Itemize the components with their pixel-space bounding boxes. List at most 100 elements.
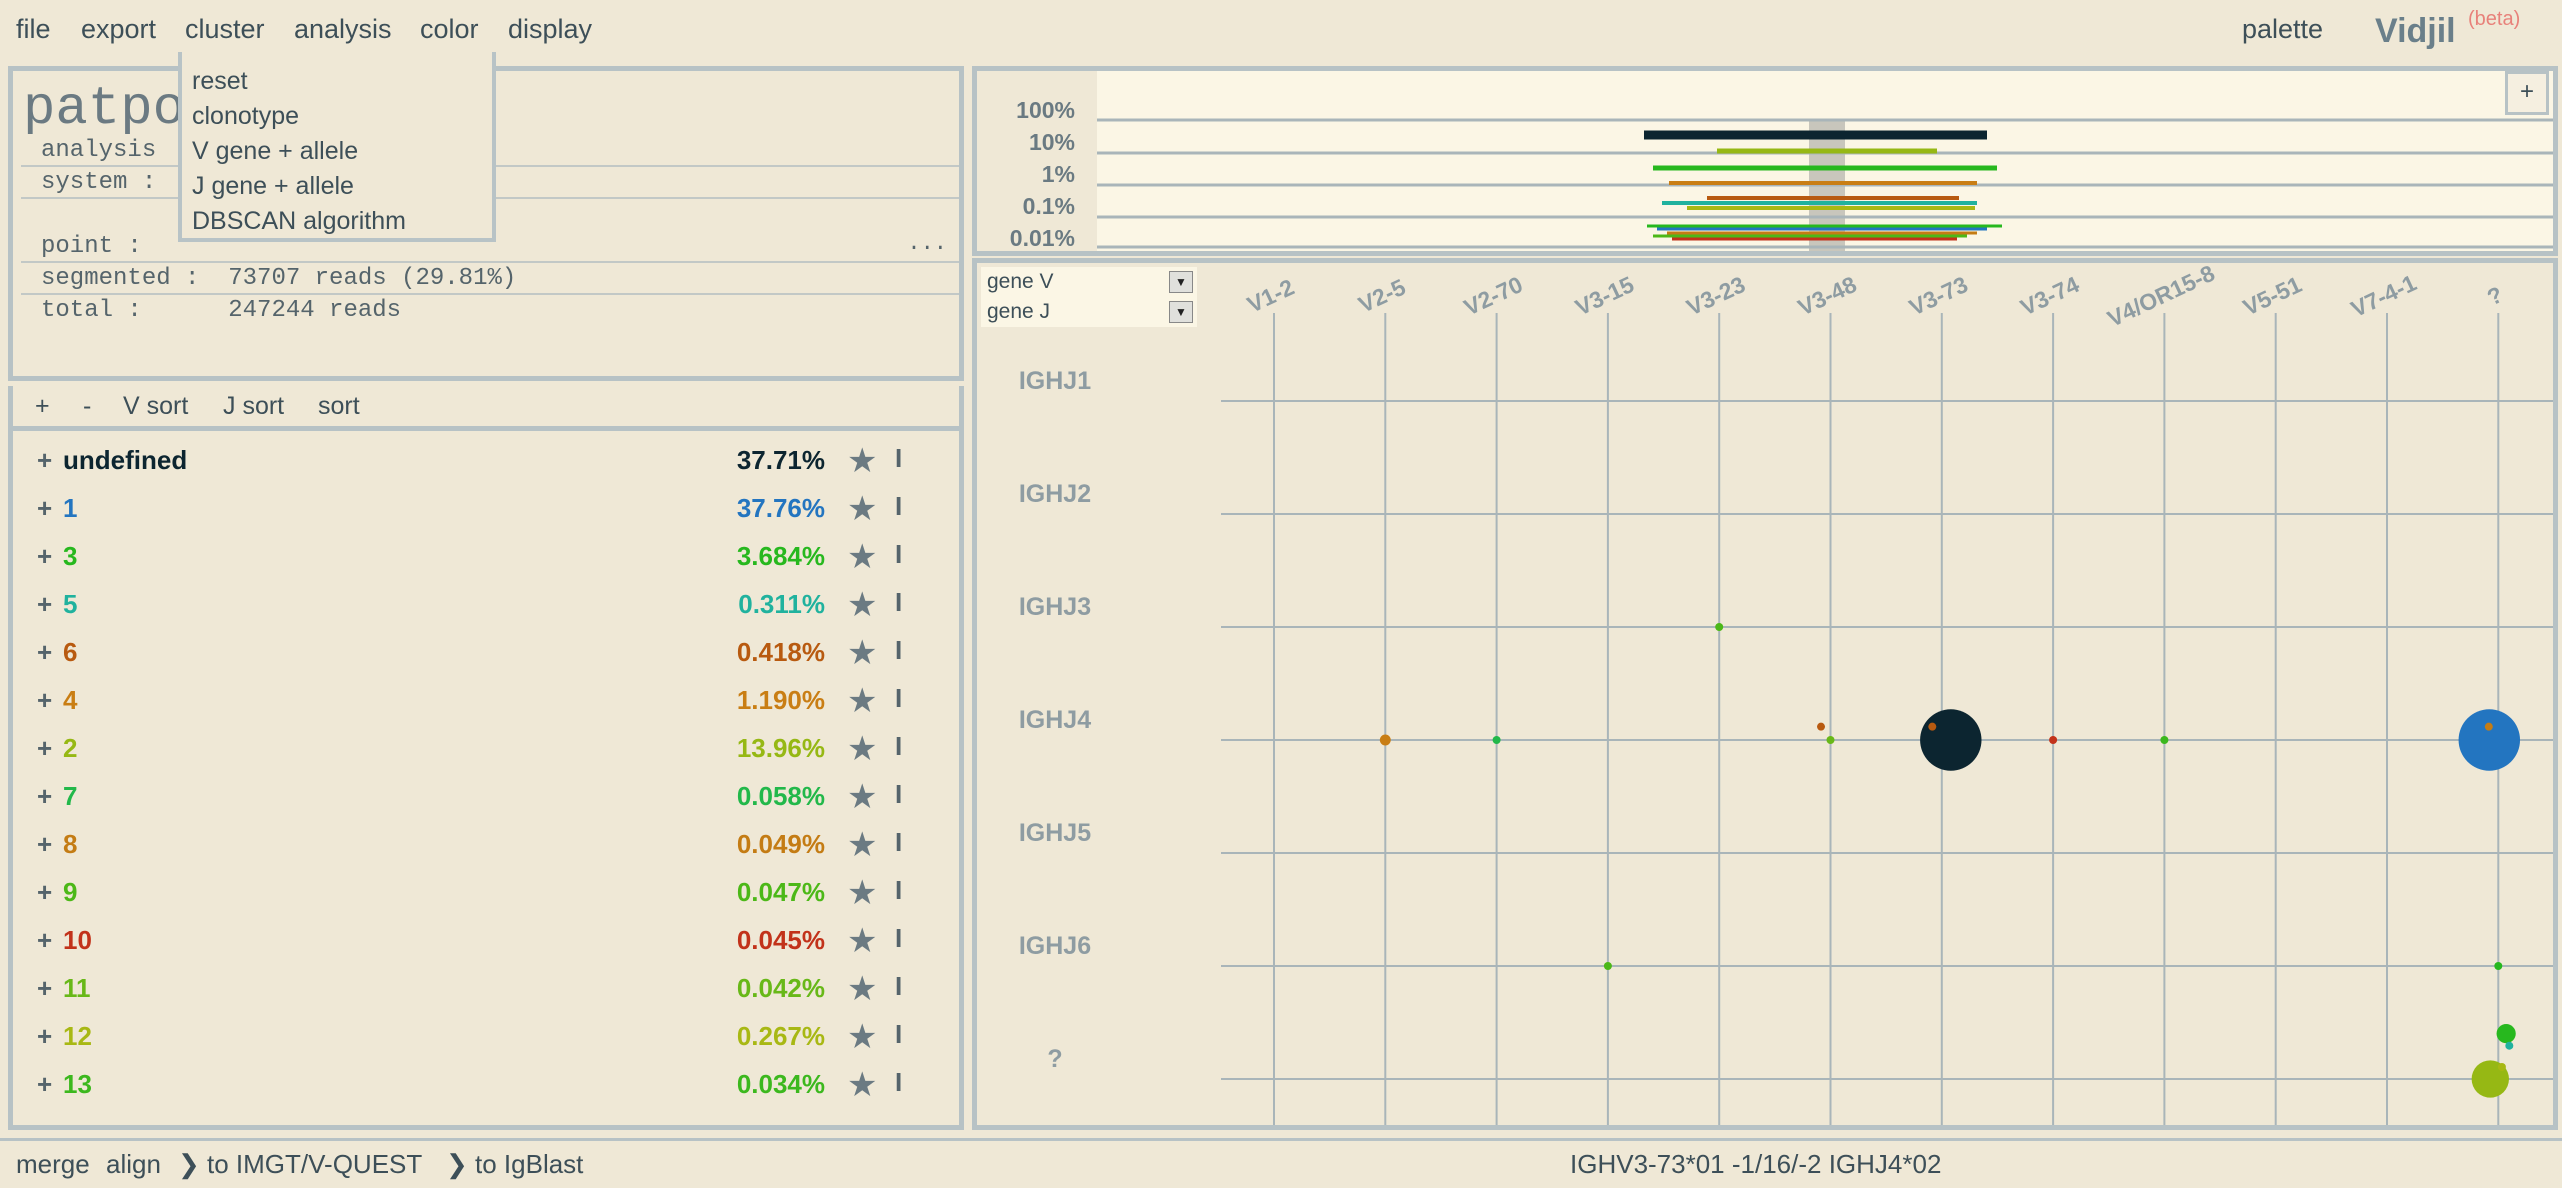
star-icon[interactable]: ★ (847, 969, 877, 1009)
clone-info-button[interactable]: I (895, 683, 902, 714)
menu-color[interactable]: color (420, 14, 479, 45)
clone-row[interactable]: +3 3.684% ★ I (13, 533, 959, 581)
clone-row[interactable]: +2 13.96% ★ I (13, 725, 959, 773)
clone-info-button[interactable]: I (895, 1019, 902, 1050)
star-icon[interactable]: ★ (847, 585, 877, 625)
clone-dot[interactable] (1603, 962, 1612, 970)
expand-clone-button[interactable]: + (37, 685, 52, 716)
menu-analysis[interactable]: analysis (294, 14, 392, 45)
collapse-all-button[interactable]: - (83, 392, 91, 421)
clone-name[interactable]: 1 (63, 493, 77, 524)
clone-info-button[interactable]: I (895, 875, 902, 906)
clone-info-button[interactable]: I (895, 539, 902, 570)
star-icon[interactable]: ★ (847, 921, 877, 961)
cluster-v-gene[interactable]: V gene + allele (182, 134, 492, 169)
clone-dot[interactable] (1379, 734, 1391, 746)
clone-row[interactable]: + undefined 37.71% ★ I (13, 437, 959, 485)
more-button[interactable]: ... (907, 231, 947, 256)
clone-dot[interactable] (2160, 736, 2169, 744)
menu-export[interactable]: export (81, 14, 156, 45)
clone-dot[interactable] (2497, 1062, 2506, 1071)
j-sort-button[interactable]: J sort (223, 392, 284, 421)
star-icon[interactable]: ★ (847, 681, 877, 721)
star-icon[interactable]: ★ (847, 1017, 877, 1057)
menu-display[interactable]: display (508, 14, 592, 45)
clone-dot[interactable] (1715, 623, 1724, 631)
clone-dot[interactable] (2505, 1041, 2514, 1050)
expand-clone-button[interactable]: + (37, 781, 52, 812)
expand-clone-button[interactable]: + (37, 733, 52, 764)
chevron-down-icon[interactable]: ▼ (1169, 271, 1193, 293)
expand-clone-button[interactable]: + (37, 1021, 52, 1052)
cluster-j-gene[interactable]: J gene + allele (182, 169, 492, 204)
clone-dot[interactable] (2484, 722, 2493, 731)
clone-name[interactable]: 9 (63, 877, 77, 908)
expand-clone-button[interactable]: + (37, 925, 52, 956)
clone-info-button[interactable]: I (895, 827, 902, 858)
clone-dot[interactable] (1826, 736, 1835, 744)
expand-clone-button[interactable]: + (37, 877, 52, 908)
clone-name[interactable]: 7 (63, 781, 77, 812)
clone-row[interactable]: +1 37.76% ★ I (13, 485, 959, 533)
star-icon[interactable]: ★ (847, 633, 877, 673)
clone-row[interactable]: +5 0.311% ★ I (13, 581, 959, 629)
palette-button[interactable]: palette (2242, 14, 2323, 45)
x-axis-select[interactable]: gene V ▼ (981, 267, 1197, 297)
expand-clone-button[interactable]: + (37, 1069, 52, 1100)
clone-dot[interactable] (2494, 962, 2503, 970)
clone-info-button[interactable]: I (895, 587, 902, 618)
clone-name[interactable]: 13 (63, 1069, 92, 1100)
merge-button[interactable]: merge (16, 1149, 90, 1180)
clone-row[interactable]: +4 1.190% ★ I (13, 677, 959, 725)
clone-dot[interactable] (1492, 736, 1501, 744)
clone-name[interactable]: 6 (63, 637, 77, 668)
clone-row[interactable]: +7 0.058% ★ I (13, 773, 959, 821)
align-button[interactable]: align (106, 1149, 161, 1180)
expand-clone-button[interactable]: + (37, 589, 52, 620)
clone-name[interactable]: 5 (63, 589, 77, 620)
clone-dot[interactable] (2496, 1024, 2516, 1044)
clone-dot[interactable] (1817, 722, 1826, 731)
igblast-button[interactable]: ❯ to IgBlast (446, 1149, 583, 1180)
clone-info-button[interactable]: I (895, 779, 902, 810)
clone-row[interactable]: +10 0.045% ★ I (13, 917, 959, 965)
expand-clone-button[interactable]: + (37, 973, 52, 1004)
v-sort-button[interactable]: V sort (123, 392, 188, 421)
clone-name[interactable]: 8 (63, 829, 77, 860)
star-icon[interactable]: ★ (847, 729, 877, 769)
expand-all-button[interactable]: + (35, 392, 50, 421)
star-icon[interactable]: ★ (847, 1065, 877, 1105)
clone-row[interactable]: +6 0.418% ★ I (13, 629, 959, 677)
expand-clone-button[interactable]: + (37, 541, 52, 572)
clone-name[interactable]: 3 (63, 541, 77, 572)
star-icon[interactable]: ★ (847, 777, 877, 817)
clone-row[interactable]: +12 0.267% ★ I (13, 1013, 959, 1061)
clone-name[interactable]: 11 (63, 973, 91, 1004)
expand-clone-button[interactable]: + (37, 493, 52, 524)
sort-button[interactable]: sort (318, 392, 360, 421)
menu-file[interactable]: file (16, 14, 51, 45)
imgt-button[interactable]: ❯ to IMGT/V-QUEST (178, 1149, 422, 1180)
clone-info-button[interactable]: I (895, 971, 902, 1002)
chevron-down-icon[interactable]: ▼ (1169, 301, 1193, 323)
y-axis-select[interactable]: gene J ▼ (981, 297, 1197, 327)
clone-row[interactable]: +11 0.042% ★ I (13, 965, 959, 1013)
clone-name[interactable]: undefined (63, 445, 187, 476)
clone-dot[interactable] (2458, 709, 2521, 771)
menu-cluster[interactable]: cluster (185, 14, 265, 45)
expand-clone-button[interactable]: + (37, 829, 52, 860)
timeline-graph[interactable] (1097, 71, 2553, 251)
cluster-reset[interactable]: reset (182, 64, 492, 99)
clone-dot[interactable] (1928, 722, 1937, 731)
clone-row[interactable]: +9 0.047% ★ I (13, 869, 959, 917)
clone-dot[interactable] (1920, 709, 1982, 771)
clone-name[interactable]: 12 (63, 1021, 92, 1052)
star-icon[interactable]: ★ (847, 537, 877, 577)
expand-clone-button[interactable]: + (37, 445, 52, 476)
clone-info-button[interactable]: I (895, 635, 902, 666)
clone-row[interactable]: +13 0.034% ★ I (13, 1061, 959, 1109)
star-icon[interactable]: ★ (847, 489, 877, 529)
clone-row[interactable]: +8 0.049% ★ I (13, 821, 959, 869)
expand-clone-button[interactable]: + (37, 637, 52, 668)
star-icon[interactable]: ★ (847, 825, 877, 865)
